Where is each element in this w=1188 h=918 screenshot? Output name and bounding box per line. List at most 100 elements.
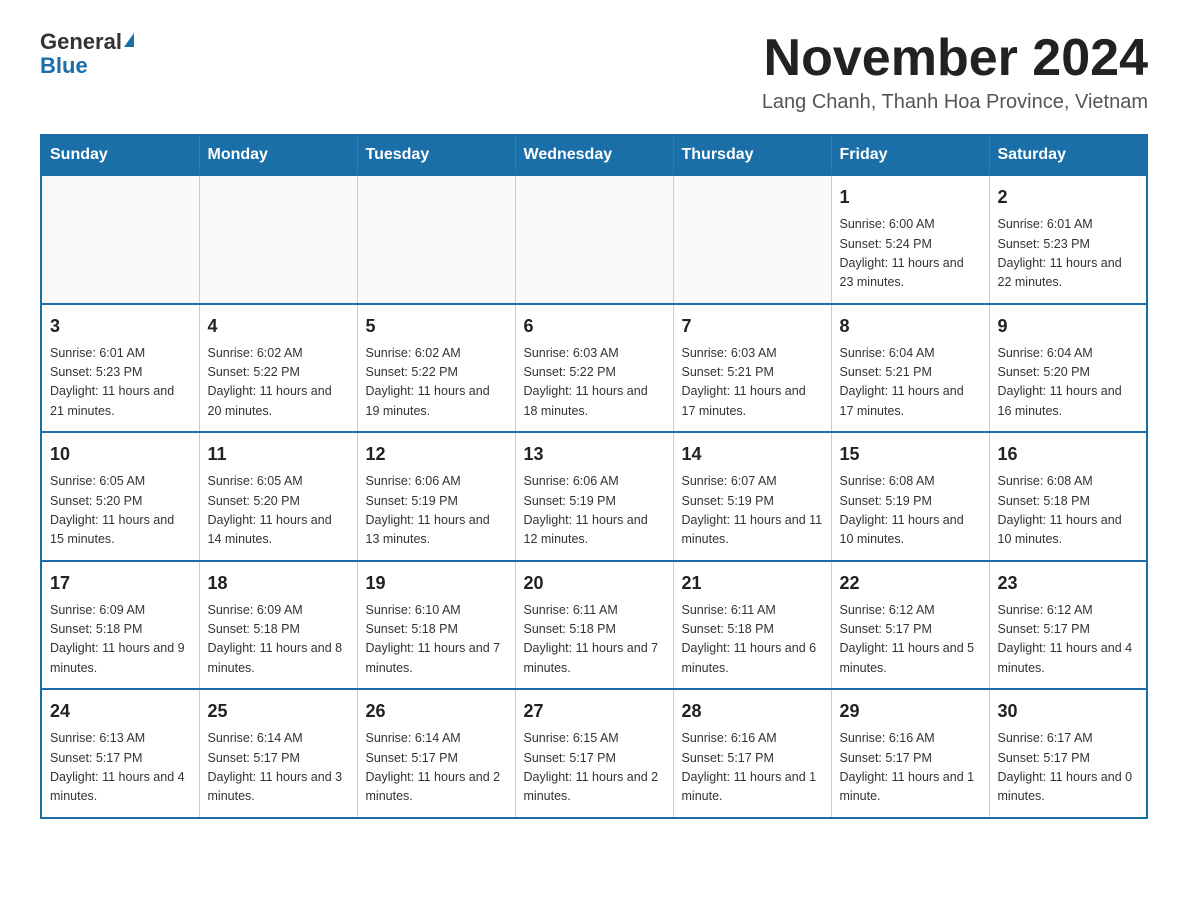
day-number: 3 [50,313,191,340]
header-cell-thursday: Thursday [673,135,831,175]
month-title: November 2024 [762,30,1148,87]
header-cell-saturday: Saturday [989,135,1147,175]
week-row-4: 24 Sunrise: 6:13 AMSunset: 5:17 PMDayligh… [41,689,1147,818]
day-info: Sunrise: 6:16 AMSunset: 5:17 PMDaylight:… [682,729,823,807]
calendar-cell: 9 Sunrise: 6:04 AMSunset: 5:20 PMDaylight… [989,304,1147,433]
calendar-cell: 16 Sunrise: 6:08 AMSunset: 5:18 PMDayligh… [989,432,1147,561]
calendar-cell [41,175,199,304]
day-info: Sunrise: 6:11 AMSunset: 5:18 PMDaylight:… [682,601,823,679]
calendar-cell: 7 Sunrise: 6:03 AMSunset: 5:21 PMDaylight… [673,304,831,433]
header-row: SundayMondayTuesdayWednesdayThursdayFrid… [41,135,1147,175]
day-info: Sunrise: 6:01 AMSunset: 5:23 PMDaylight:… [50,344,191,422]
calendar-cell: 22 Sunrise: 6:12 AMSunset: 5:17 PMDayligh… [831,561,989,690]
logo-triangle-icon [124,33,134,47]
day-info: Sunrise: 6:11 AMSunset: 5:18 PMDaylight:… [524,601,665,679]
calendar-cell: 17Sunrise: 6:09 AMSunset: 5:18 PMDayligh… [41,561,199,690]
calendar-cell: 3 Sunrise: 6:01 AMSunset: 5:23 PMDaylight… [41,304,199,433]
title-area: November 2024 Lang Chanh, Thanh Hoa Prov… [762,30,1148,114]
calendar-cell: 26 Sunrise: 6:14 AMSunset: 5:17 PMDayligh… [357,689,515,818]
calendar-cell: 20 Sunrise: 6:11 AMSunset: 5:18 PMDayligh… [515,561,673,690]
calendar-cell [199,175,357,304]
day-number: 16 [998,441,1139,468]
day-info: Sunrise: 6:09 AMSunset: 5:18 PMDaylight:… [208,601,349,679]
day-number: 4 [208,313,349,340]
day-number: 23 [998,570,1139,597]
calendar-cell: 28 Sunrise: 6:16 AMSunset: 5:17 PMDayligh… [673,689,831,818]
calendar-cell: 18 Sunrise: 6:09 AMSunset: 5:18 PMDayligh… [199,561,357,690]
day-number: 9 [998,313,1139,340]
calendar-cell: 8Sunrise: 6:04 AMSunset: 5:21 PMDaylight… [831,304,989,433]
day-number: 27 [524,698,665,725]
calendar-cell: 5Sunrise: 6:02 AMSunset: 5:22 PMDaylight… [357,304,515,433]
day-number: 6 [524,313,665,340]
calendar-cell: 21 Sunrise: 6:11 AMSunset: 5:18 PMDayligh… [673,561,831,690]
calendar-cell: 30 Sunrise: 6:17 AMSunset: 5:17 PMDayligh… [989,689,1147,818]
day-number: 11 [208,441,349,468]
day-number: 30 [998,698,1139,725]
header-cell-friday: Friday [831,135,989,175]
calendar-cell: 13 Sunrise: 6:06 AMSunset: 5:19 PMDayligh… [515,432,673,561]
location: Lang Chanh, Thanh Hoa Province, Vietnam [762,91,1148,114]
day-info: Sunrise: 6:04 AMSunset: 5:21 PMDaylight:… [840,344,981,422]
week-row-1: 3 Sunrise: 6:01 AMSunset: 5:23 PMDaylight… [41,304,1147,433]
week-row-3: 17Sunrise: 6:09 AMSunset: 5:18 PMDayligh… [41,561,1147,690]
logo: General Blue [40,30,134,78]
calendar-cell: 19 Sunrise: 6:10 AMSunset: 5:18 PMDayligh… [357,561,515,690]
day-info: Sunrise: 6:06 AMSunset: 5:19 PMDaylight:… [524,472,665,550]
calendar-header: SundayMondayTuesdayWednesdayThursdayFrid… [41,135,1147,175]
day-info: Sunrise: 6:13 AMSunset: 5:17 PMDaylight:… [50,729,191,807]
day-number: 7 [682,313,823,340]
day-number: 13 [524,441,665,468]
header-cell-wednesday: Wednesday [515,135,673,175]
day-number: 21 [682,570,823,597]
day-number: 14 [682,441,823,468]
day-number: 29 [840,698,981,725]
day-info: Sunrise: 6:05 AMSunset: 5:20 PMDaylight:… [208,472,349,550]
calendar-cell: 12 Sunrise: 6:06 AMSunset: 5:19 PMDayligh… [357,432,515,561]
day-info: Sunrise: 6:14 AMSunset: 5:17 PMDaylight:… [208,729,349,807]
calendar-cell: 15 Sunrise: 6:08 AMSunset: 5:19 PMDayligh… [831,432,989,561]
day-info: Sunrise: 6:14 AMSunset: 5:17 PMDaylight:… [366,729,507,807]
day-info: Sunrise: 6:12 AMSunset: 5:17 PMDaylight:… [840,601,981,679]
day-info: Sunrise: 6:05 AMSunset: 5:20 PMDaylight:… [50,472,191,550]
day-info: Sunrise: 6:10 AMSunset: 5:18 PMDaylight:… [366,601,507,679]
day-info: Sunrise: 6:06 AMSunset: 5:19 PMDaylight:… [366,472,507,550]
header-cell-monday: Monday [199,135,357,175]
calendar-cell: 23Sunrise: 6:12 AMSunset: 5:17 PMDayligh… [989,561,1147,690]
logo-general: General [40,30,122,54]
day-info: Sunrise: 6:16 AMSunset: 5:17 PMDaylight:… [840,729,981,807]
day-info: Sunrise: 6:01 AMSunset: 5:23 PMDaylight:… [998,215,1139,293]
calendar-cell: 29 Sunrise: 6:16 AMSunset: 5:17 PMDayligh… [831,689,989,818]
day-number: 1 [840,184,981,211]
day-info: Sunrise: 6:02 AMSunset: 5:22 PMDaylight:… [366,344,507,422]
calendar-cell: 14Sunrise: 6:07 AMSunset: 5:19 PMDayligh… [673,432,831,561]
day-number: 25 [208,698,349,725]
week-row-2: 10 Sunrise: 6:05 AMSunset: 5:20 PMDayligh… [41,432,1147,561]
day-info: Sunrise: 6:08 AMSunset: 5:19 PMDaylight:… [840,472,981,550]
day-number: 15 [840,441,981,468]
day-info: Sunrise: 6:08 AMSunset: 5:18 PMDaylight:… [998,472,1139,550]
calendar-cell [357,175,515,304]
calendar-cell: 25 Sunrise: 6:14 AMSunset: 5:17 PMDayligh… [199,689,357,818]
day-number: 22 [840,570,981,597]
page-header: General Blue November 2024 Lang Chanh, T… [40,30,1148,114]
day-number: 10 [50,441,191,468]
day-number: 18 [208,570,349,597]
day-number: 20 [524,570,665,597]
logo-blue: Blue [40,54,88,78]
day-number: 24 [50,698,191,725]
day-number: 28 [682,698,823,725]
week-row-0: 1Sunrise: 6:00 AMSunset: 5:24 PMDaylight… [41,175,1147,304]
calendar-cell: 1Sunrise: 6:00 AMSunset: 5:24 PMDaylight… [831,175,989,304]
day-info: Sunrise: 6:03 AMSunset: 5:21 PMDaylight:… [682,344,823,422]
day-info: Sunrise: 6:17 AMSunset: 5:17 PMDaylight:… [998,729,1139,807]
day-number: 19 [366,570,507,597]
day-info: Sunrise: 6:04 AMSunset: 5:20 PMDaylight:… [998,344,1139,422]
calendar-cell: 2 Sunrise: 6:01 AMSunset: 5:23 PMDaylight… [989,175,1147,304]
day-number: 2 [998,184,1139,211]
day-info: Sunrise: 6:03 AMSunset: 5:22 PMDaylight:… [524,344,665,422]
day-number: 12 [366,441,507,468]
day-number: 26 [366,698,507,725]
calendar-cell [673,175,831,304]
calendar-cell: 27Sunrise: 6:15 AMSunset: 5:17 PMDayligh… [515,689,673,818]
